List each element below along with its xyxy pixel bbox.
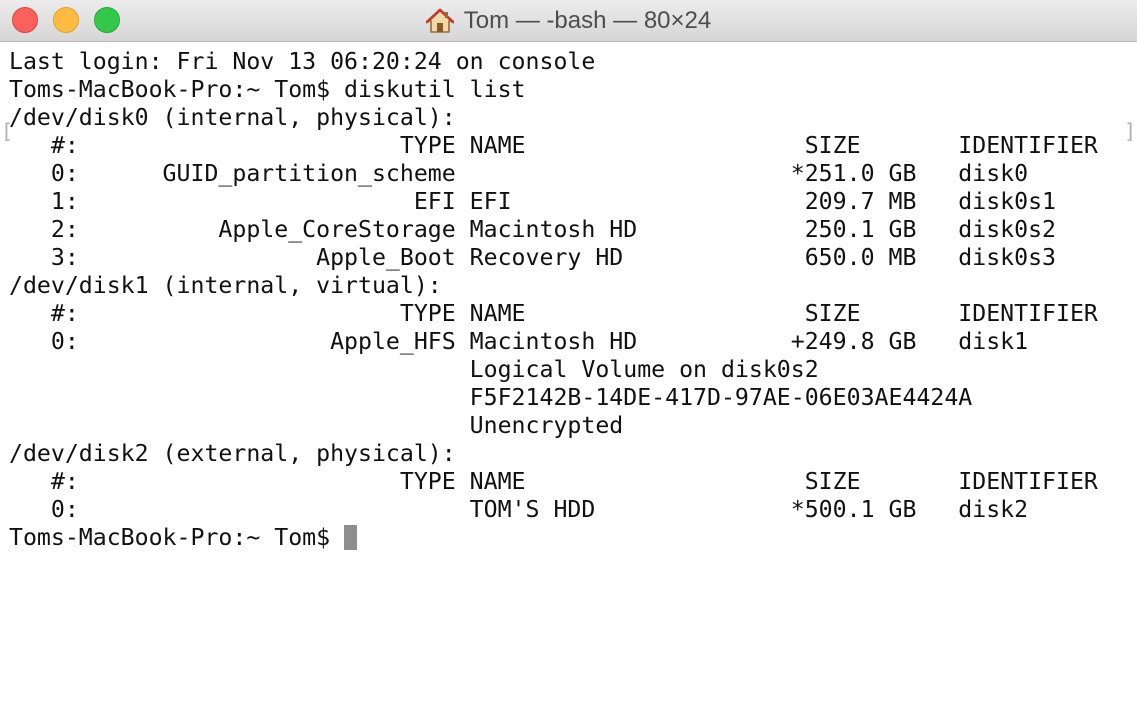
home-icon <box>425 8 454 33</box>
output-line: /dev/disk2 (external, physical): <box>9 440 456 467</box>
output-line: 0: GUID_partition_scheme *251.0 GB disk0 <box>9 160 1029 187</box>
text-cursor <box>344 525 358 550</box>
output-line: #: TYPE NAME SIZE IDENTIFIER <box>9 300 1098 327</box>
shell-prompt: Toms-MacBook-Pro:~ Tom$ <box>9 524 345 551</box>
output-line: /dev/disk0 (internal, physical): <box>9 104 456 131</box>
output-line: #: TYPE NAME SIZE IDENTIFIER <box>9 468 1098 495</box>
output-line: 0: Apple_HFS Macintosh HD +249.8 GB disk… <box>9 328 1029 355</box>
output-line: Toms-MacBook-Pro:~ Tom$ diskutil list <box>9 76 526 103</box>
output-line: 0: TOM'S HDD *500.1 GB disk2 <box>9 496 1029 523</box>
terminal-content[interactable]: Last login: Fri Nov 13 06:20:24 on conso… <box>0 42 1137 728</box>
window-title-text: Tom — -bash — 80×24 <box>463 7 712 34</box>
terminal-output: Last login: Fri Nov 13 06:20:24 on conso… <box>9 48 1098 552</box>
output-line: 3: Apple_Boot Recovery HD 650.0 MB disk0… <box>9 244 1057 271</box>
output-line: /dev/disk1 (internal, virtual): <box>9 272 442 299</box>
output-line: Logical Volume on disk0s2 <box>9 356 819 383</box>
prompt-line[interactable]: Toms-MacBook-Pro:~ Tom$ <box>9 524 1098 552</box>
mark-bracket-right: ] <box>1124 119 1137 143</box>
output-line: Unencrypted <box>9 412 624 439</box>
output-line: 2: Apple_CoreStorage Macintosh HD 250.1 … <box>9 216 1057 243</box>
output-line: F5F2142B-14DE-417D-97AE-06E03AE4424A <box>9 384 973 411</box>
output-line: Last login: Fri Nov 13 06:20:24 on conso… <box>9 48 596 75</box>
window-title: Tom — -bash — 80×24 <box>0 0 1137 42</box>
title-bar[interactable]: Tom — -bash — 80×24 <box>0 0 1137 42</box>
output-line: 1: EFI EFI 209.7 MB disk0s1 <box>9 188 1057 215</box>
mark-bracket-left: [ <box>1 119 14 143</box>
terminal-window: Tom — -bash — 80×24 Last login: Fri Nov … <box>0 0 1137 728</box>
output-line: #: TYPE NAME SIZE IDENTIFIER <box>9 132 1098 159</box>
